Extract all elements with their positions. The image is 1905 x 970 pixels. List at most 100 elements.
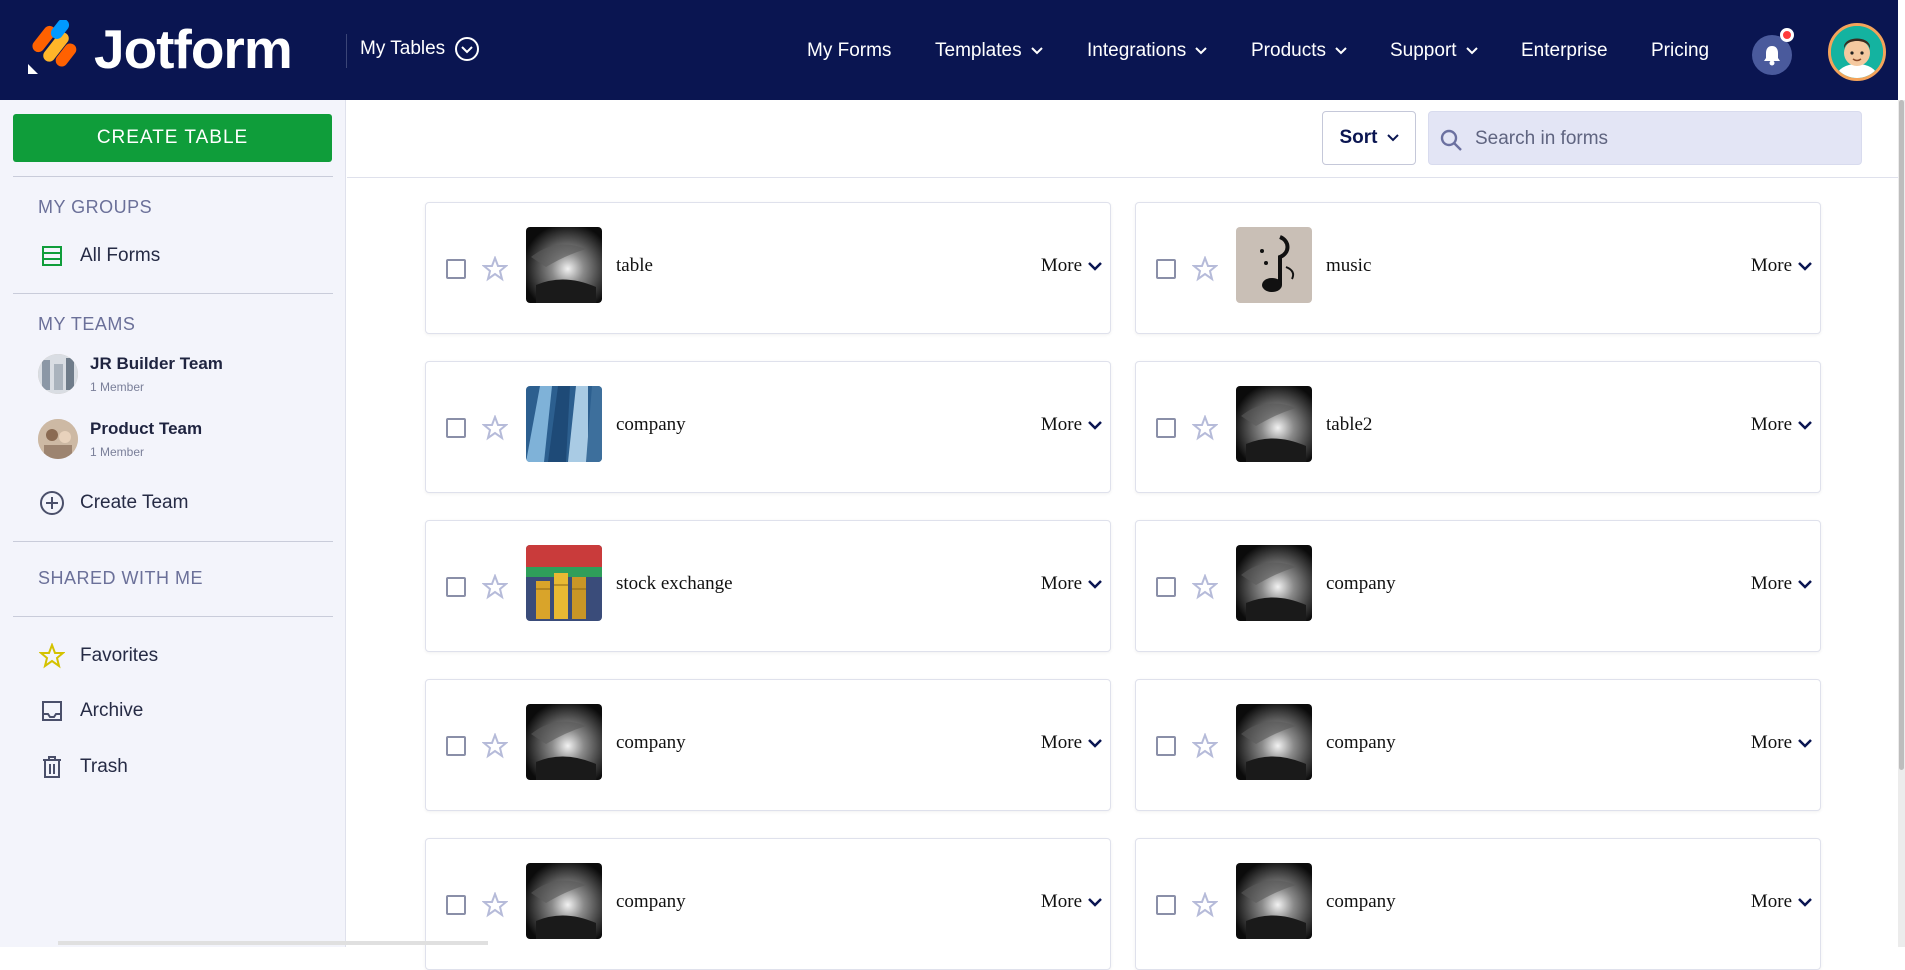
table-card[interactable]: music More (1135, 202, 1821, 334)
table-thumbnail (1236, 227, 1312, 303)
chevron-down-icon (1335, 47, 1347, 55)
table-card[interactable]: table More (425, 202, 1111, 334)
scrollbar-thumb[interactable] (1899, 100, 1904, 770)
table-card[interactable]: stock exchange More (425, 520, 1111, 652)
more-dropdown[interactable]: More (1751, 891, 1812, 913)
more-dropdown[interactable]: More (1751, 255, 1812, 277)
table-card[interactable]: company More (425, 679, 1111, 811)
notification-badge (1780, 28, 1794, 42)
table-thumbnail (526, 863, 602, 939)
team-member-count: 1 Member (90, 445, 145, 459)
select-checkbox[interactable] (1156, 418, 1176, 438)
create-table-button[interactable]: CREATE TABLE (13, 114, 332, 162)
favorite-star-icon[interactable] (1191, 732, 1219, 764)
select-checkbox[interactable] (1156, 259, 1176, 279)
divider (346, 34, 347, 68)
top-nav-bar: Jotform My Tables My Forms Templates Int… (0, 0, 1898, 100)
select-checkbox[interactable] (446, 736, 466, 756)
sidebar-item-label: All Forms (80, 245, 161, 266)
nav-label: My Forms (807, 40, 892, 61)
table-title[interactable]: music (1326, 255, 1371, 277)
table-title[interactable]: table (616, 255, 653, 277)
nav-products[interactable]: Products (1251, 40, 1347, 62)
bell-icon (1764, 46, 1780, 66)
more-dropdown[interactable]: More (1041, 414, 1102, 436)
table-thumbnail (526, 227, 602, 303)
nav-integrations[interactable]: Integrations (1087, 40, 1208, 62)
table-title[interactable]: table2 (1326, 414, 1372, 436)
nav-templates[interactable]: Templates (935, 40, 1043, 62)
archive-icon (38, 699, 66, 723)
table-card[interactable]: company More (1135, 679, 1821, 811)
table-card[interactable]: company More (425, 838, 1111, 970)
more-dropdown[interactable]: More (1041, 732, 1102, 754)
table-title[interactable]: company (1326, 573, 1396, 595)
chevron-down-icon (1798, 262, 1812, 271)
table-card[interactable]: company More (1135, 838, 1821, 970)
select-checkbox[interactable] (446, 418, 466, 438)
more-label: More (1040, 891, 1082, 912)
trash-icon (38, 755, 66, 779)
team-product[interactable]: Product Team 1 Member (38, 419, 202, 459)
user-avatar[interactable] (1828, 23, 1886, 81)
nav-pricing[interactable]: Pricing (1651, 40, 1709, 62)
search-input[interactable] (1473, 112, 1847, 166)
nav-label: Integrations (1087, 40, 1187, 61)
favorite-star-icon[interactable] (1191, 255, 1219, 287)
more-label: More (1750, 414, 1792, 435)
select-checkbox[interactable] (1156, 577, 1176, 597)
more-label: More (1750, 732, 1792, 753)
select-checkbox[interactable] (1156, 736, 1176, 756)
sidebar-item-trash[interactable]: Trash (38, 755, 128, 779)
sidebar-item-all-forms[interactable]: All Forms (38, 244, 160, 268)
table-title[interactable]: company (1326, 891, 1396, 913)
plus-circle-icon (38, 490, 66, 516)
favorite-star-icon[interactable] (481, 891, 509, 923)
team-jr-builder[interactable]: JR Builder Team 1 Member (38, 354, 223, 394)
more-dropdown[interactable]: More (1751, 414, 1812, 436)
sort-label: Sort (1339, 127, 1378, 148)
favorite-star-icon[interactable] (1191, 891, 1219, 923)
sort-button[interactable]: Sort (1322, 111, 1416, 165)
favorite-star-icon[interactable] (481, 573, 509, 605)
chevron-down-icon (1386, 134, 1399, 142)
select-checkbox[interactable] (1156, 895, 1176, 915)
favorite-star-icon[interactable] (481, 732, 509, 764)
nav-enterprise[interactable]: Enterprise (1521, 40, 1608, 62)
app-selector[interactable]: My Tables (360, 36, 480, 62)
favorite-star-icon[interactable] (481, 414, 509, 446)
select-checkbox[interactable] (446, 895, 466, 915)
more-dropdown[interactable]: More (1041, 573, 1102, 595)
sidebar-item-archive[interactable]: Archive (38, 699, 143, 723)
create-team-button[interactable]: Create Team (38, 490, 188, 516)
table-title[interactable]: company (616, 891, 686, 913)
nav-my-forms[interactable]: My Forms (807, 40, 891, 62)
horizontal-scrollbar[interactable] (58, 941, 488, 945)
more-dropdown[interactable]: More (1751, 732, 1812, 754)
table-thumbnail (526, 386, 602, 462)
my-teams-heading: MY TEAMS (38, 314, 136, 334)
table-title[interactable]: company (1326, 732, 1396, 754)
table-card[interactable]: company More (425, 361, 1111, 493)
jotform-logo[interactable]: Jotform (24, 18, 293, 80)
select-checkbox[interactable] (446, 259, 466, 279)
nav-label: Products (1251, 40, 1326, 61)
table-card[interactable]: company More (1135, 520, 1821, 652)
table-card[interactable]: table2 More (1135, 361, 1821, 493)
table-title[interactable]: stock exchange (616, 573, 733, 595)
more-dropdown[interactable]: More (1751, 573, 1812, 595)
favorite-star-icon[interactable] (1191, 414, 1219, 446)
vertical-scrollbar[interactable] (1898, 100, 1905, 947)
more-label: More (1040, 573, 1082, 594)
more-dropdown[interactable]: More (1041, 255, 1102, 277)
sidebar-item-label: Archive (80, 700, 144, 721)
nav-support[interactable]: Support (1390, 40, 1478, 62)
favorite-star-icon[interactable] (1191, 573, 1219, 605)
select-checkbox[interactable] (446, 577, 466, 597)
table-thumbnail (1236, 545, 1312, 621)
favorite-star-icon[interactable] (481, 255, 509, 287)
table-title[interactable]: company (616, 732, 686, 754)
sidebar-item-favorites[interactable]: Favorites (38, 643, 158, 669)
more-dropdown[interactable]: More (1041, 891, 1102, 913)
table-title[interactable]: company (616, 414, 686, 436)
